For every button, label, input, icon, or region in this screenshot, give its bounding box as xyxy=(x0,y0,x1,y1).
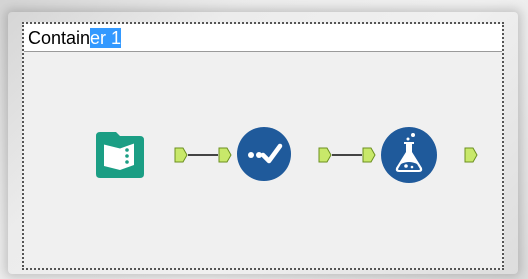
container-title-input[interactable]: Container 1 xyxy=(28,27,122,49)
formula-tool[interactable] xyxy=(380,126,438,184)
output-anchor-icon[interactable] xyxy=(174,147,188,163)
container-title-bar[interactable]: Container 1 xyxy=(24,24,502,52)
output-anchor-icon[interactable] xyxy=(464,147,478,163)
workflow-canvas: Container 1 xyxy=(0,0,528,279)
container-workflow-area xyxy=(24,52,502,268)
input-data-tool[interactable] xyxy=(96,130,144,178)
connection-line[interactable] xyxy=(188,154,218,156)
input-anchor-icon[interactable] xyxy=(218,147,232,163)
container-title-selection: er 1 xyxy=(90,28,122,48)
tool-container[interactable]: Container 1 xyxy=(22,22,504,270)
checkmark-icon xyxy=(237,127,291,181)
container-title-text: Contain xyxy=(28,28,91,48)
connection-line[interactable] xyxy=(332,154,362,156)
select-tool[interactable] xyxy=(236,126,292,182)
input-anchor-icon[interactable] xyxy=(362,147,376,163)
book-icon xyxy=(96,132,144,178)
flask-icon xyxy=(381,127,437,183)
output-anchor-icon[interactable] xyxy=(318,147,332,163)
